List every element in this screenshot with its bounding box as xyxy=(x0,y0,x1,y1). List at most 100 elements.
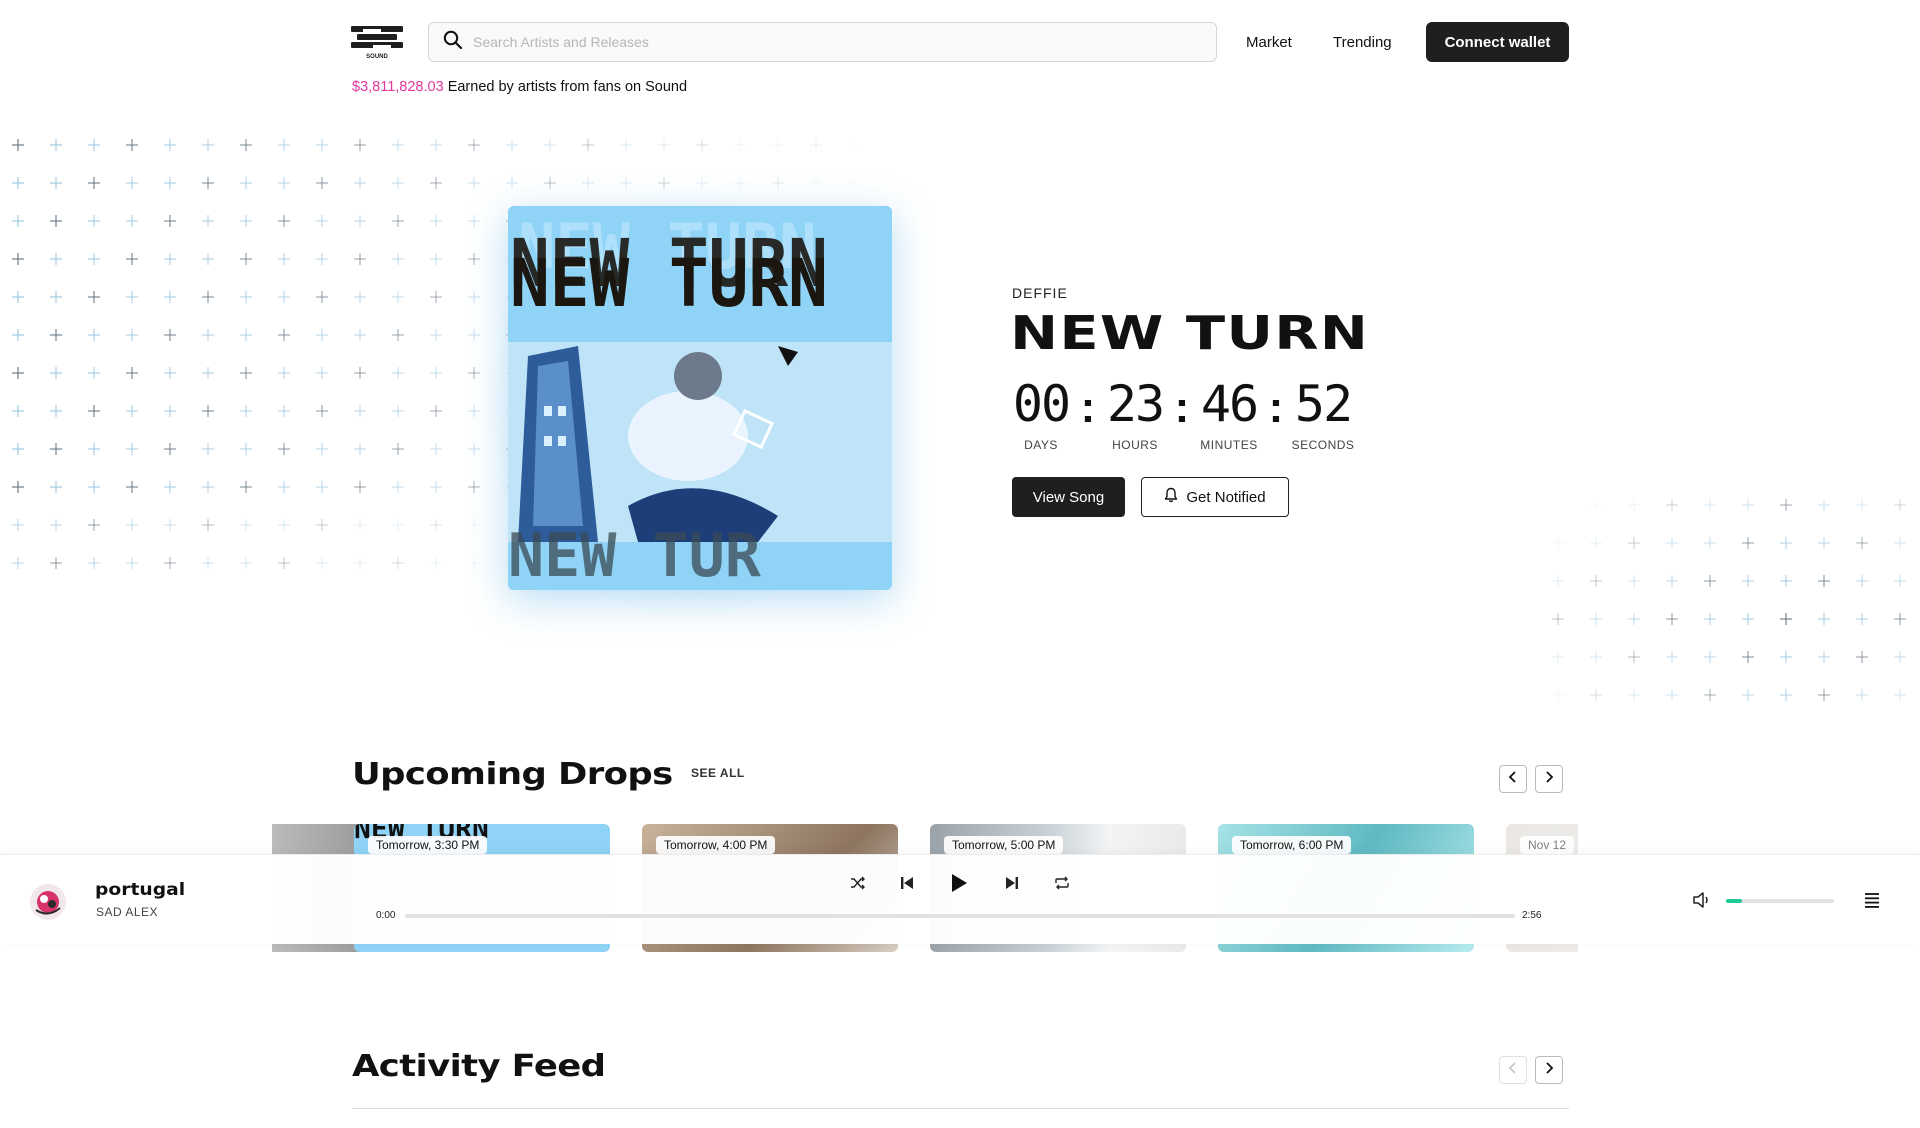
search-bar[interactable] xyxy=(428,22,1217,62)
plus-mark xyxy=(316,557,328,569)
plus-mark xyxy=(12,215,24,227)
plus-mark xyxy=(1628,499,1640,511)
plus-mark xyxy=(1628,575,1640,587)
plus-mark xyxy=(164,405,176,417)
plus-mark xyxy=(1628,613,1640,625)
play-button[interactable] xyxy=(946,872,972,898)
plus-mark xyxy=(1818,651,1830,663)
plus-mark xyxy=(164,557,176,569)
plus-mark xyxy=(50,253,62,265)
volume-button[interactable] xyxy=(1692,890,1714,910)
plus-mark xyxy=(1628,651,1640,663)
plus-mark xyxy=(1704,651,1716,663)
plus-mark xyxy=(1666,499,1678,511)
plus-mark xyxy=(1818,499,1830,511)
plus-mark xyxy=(392,481,404,493)
track-artwork[interactable] xyxy=(30,884,66,920)
plus-mark xyxy=(12,405,24,417)
plus-mark xyxy=(1704,575,1716,587)
plus-mark xyxy=(278,443,290,455)
activity-next-button[interactable] xyxy=(1535,1056,1563,1084)
plus-mark xyxy=(354,557,366,569)
release-artwork[interactable]: NEW TURN NEW TURN NEW TURN NEW TUR xyxy=(508,206,892,590)
volume-level xyxy=(1726,899,1743,903)
search-input[interactable] xyxy=(473,34,1173,50)
plus-mark xyxy=(50,443,62,455)
nav-market[interactable]: Market xyxy=(1246,22,1292,62)
skip-forward-icon xyxy=(1004,875,1020,896)
plus-mark xyxy=(50,405,62,417)
next-track-button[interactable] xyxy=(999,872,1025,898)
volume-slider[interactable] xyxy=(1726,899,1834,903)
sound-logo[interactable]: SOUND xyxy=(351,24,403,60)
plus-mark xyxy=(240,177,252,189)
plus-mark xyxy=(354,215,366,227)
plus-mark xyxy=(88,215,100,227)
drops-prev-button[interactable] xyxy=(1499,765,1527,793)
countdown-hours: 23 HOURS xyxy=(1104,378,1166,452)
plus-mark xyxy=(88,139,100,151)
plus-mark xyxy=(1590,689,1602,701)
nav-trending[interactable]: Trending xyxy=(1333,22,1392,62)
plus-mark xyxy=(430,291,442,303)
queue-button[interactable] xyxy=(1862,891,1882,909)
plus-mark xyxy=(164,443,176,455)
drop-time-badge: Tomorrow, 5:00 PM xyxy=(944,836,1064,854)
plus-mark xyxy=(12,291,24,303)
get-notified-button[interactable]: Get Notified xyxy=(1141,477,1289,517)
plus-mark xyxy=(126,177,138,189)
plus-mark xyxy=(126,519,138,531)
plus-mark xyxy=(202,329,214,341)
plus-mark xyxy=(1894,689,1906,701)
plus-mark xyxy=(1666,537,1678,549)
plus-mark xyxy=(1742,575,1754,587)
see-all-link[interactable]: SEE ALL xyxy=(691,766,745,780)
connect-wallet-button[interactable]: Connect wallet xyxy=(1426,22,1569,62)
plus-mark xyxy=(278,481,290,493)
track-artist[interactable]: SAD ALEX xyxy=(96,905,158,919)
plus-mark xyxy=(1666,575,1678,587)
plus-mark xyxy=(50,367,62,379)
plus-mark xyxy=(126,291,138,303)
drops-next-button[interactable] xyxy=(1535,765,1563,793)
plus-mark xyxy=(88,291,100,303)
plus-mark xyxy=(734,139,746,151)
plus-mark xyxy=(278,139,290,151)
plus-mark xyxy=(1894,499,1906,511)
plus-mark xyxy=(1628,689,1640,701)
chevron-left-icon xyxy=(1508,1061,1518,1079)
plus-mark xyxy=(1780,651,1792,663)
plus-mark xyxy=(1704,613,1716,625)
plus-mark xyxy=(1894,575,1906,587)
hero-artist-name[interactable]: DEFFIE xyxy=(1012,285,1068,301)
plus-mark xyxy=(1818,613,1830,625)
plus-mark xyxy=(316,367,328,379)
plus-mark xyxy=(1704,537,1716,549)
plus-mark xyxy=(1856,689,1868,701)
plus-mark xyxy=(1894,537,1906,549)
countdown-separator: : xyxy=(1080,383,1096,432)
plus-mark xyxy=(392,253,404,265)
plus-mark xyxy=(658,139,670,151)
plus-mark xyxy=(1590,575,1602,587)
svg-text:NEW TURN: NEW TURN xyxy=(510,225,828,302)
plus-mark xyxy=(240,481,252,493)
previous-track-button[interactable] xyxy=(894,872,920,898)
plus-mark xyxy=(1552,537,1564,549)
plus-mark xyxy=(88,557,100,569)
top-header: SOUND Market Trending Connect wallet xyxy=(351,22,1569,62)
track-title[interactable]: portugal xyxy=(95,880,185,900)
plus-mark xyxy=(1590,651,1602,663)
hero-song-title[interactable]: NEW TURN xyxy=(1010,306,1369,360)
drop-countdown: 00 DAYS : 23 HOURS : 46 MINUTES : 52 SEC… xyxy=(1010,378,1354,452)
plus-mark xyxy=(126,253,138,265)
plus-mark xyxy=(12,557,24,569)
repeat-button[interactable] xyxy=(1049,872,1075,898)
activity-prev-button[interactable] xyxy=(1499,1056,1527,1084)
plus-mark xyxy=(1704,499,1716,511)
shuffle-button[interactable] xyxy=(845,872,871,898)
plus-mark xyxy=(202,519,214,531)
track-progress-bar[interactable] xyxy=(405,914,1515,918)
play-icon xyxy=(950,873,968,898)
view-song-button[interactable]: View Song xyxy=(1012,477,1125,517)
